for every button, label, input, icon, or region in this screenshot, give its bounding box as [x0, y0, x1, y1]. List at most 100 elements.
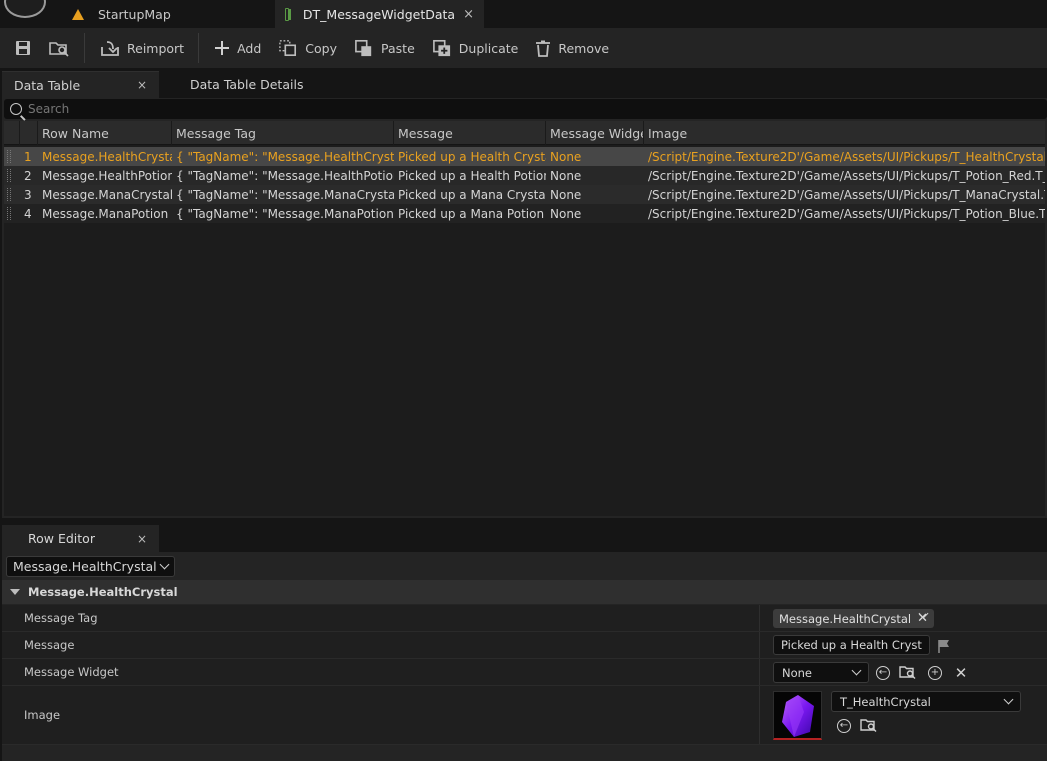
- data-table-grid: Row Name Message Tag Message Message Wid…: [4, 121, 1045, 516]
- row-index: 2: [24, 168, 32, 183]
- close-icon[interactable]: ×: [137, 532, 147, 546]
- browse-folder-icon: [49, 42, 69, 57]
- widget-class-dropdown[interactable]: None: [773, 662, 869, 683]
- index-column-header: [20, 121, 38, 145]
- table-row[interactable]: 2 Message.HealthPotion { "TagName": "Mes…: [4, 166, 1045, 185]
- reimport-label: Reimport: [127, 40, 185, 56]
- row-selector-dropdown[interactable]: Message.HealthCrystal: [6, 556, 175, 577]
- paste-row-button[interactable]: Paste: [345, 33, 423, 63]
- message-tag-cell: { "TagName": "Message.HealthCrystal" }: [176, 149, 394, 164]
- arrow-left-circle-icon: ←: [876, 666, 890, 680]
- toolbar: Reimport Add Copy Paste Duplicate Remove: [0, 28, 1047, 68]
- tag-value: Message.HealthCrystal: [779, 611, 912, 626]
- column-divider[interactable]: [759, 686, 760, 744]
- drag-handle-icon[interactable]: [7, 188, 11, 201]
- row-name-cell: Message.HealthPotion: [42, 168, 172, 183]
- chevron-down-icon: [1003, 694, 1014, 705]
- close-icon[interactable]: ×: [463, 7, 474, 22]
- browse-asset-button[interactable]: [899, 663, 917, 681]
- save-icon: [16, 41, 30, 55]
- drag-handle-icon[interactable]: [7, 169, 11, 182]
- property-row-message-tag: Message Tag Message.HealthCrystal ✕: [2, 605, 1047, 632]
- message-widget-cell: None: [550, 168, 582, 183]
- texture-thumbnail[interactable]: [773, 691, 822, 740]
- tab-startup-map[interactable]: StartupMap: [62, 0, 272, 28]
- drag-handle-icon[interactable]: [7, 150, 11, 163]
- column-divider[interactable]: [759, 659, 760, 685]
- reimport-icon: [101, 41, 119, 56]
- drag-handle-icon[interactable]: [7, 207, 11, 220]
- browse-asset-button[interactable]: [860, 716, 878, 734]
- column-divider[interactable]: [759, 605, 760, 631]
- message-tag-cell: { "TagName": "Message.ManaCrystal" }: [176, 187, 394, 202]
- expand-arrow-icon: [10, 589, 20, 595]
- property-label: Image: [24, 708, 61, 722]
- search-input[interactable]: [28, 102, 928, 116]
- table-row[interactable]: 4 Message.ManaPotion { "TagName": "Messa…: [4, 204, 1045, 223]
- copy-row-button[interactable]: Copy: [269, 33, 345, 63]
- tab-data-table-asset[interactable]: DT_MessageWidgetData ×: [275, 0, 484, 28]
- search-icon: [10, 103, 22, 115]
- plus-icon: [215, 41, 230, 55]
- trash-icon: [536, 40, 551, 57]
- message-text-field[interactable]: [773, 635, 930, 655]
- message-cell: Picked up a Health Crystal: [398, 149, 546, 164]
- column-divider[interactable]: [759, 632, 760, 658]
- row-index: 1: [24, 149, 32, 164]
- tab-label: Data Table Details: [190, 77, 304, 92]
- browse-button[interactable]: [40, 33, 78, 63]
- map-icon: [72, 8, 84, 20]
- message-widget-cell: None: [550, 187, 582, 202]
- search-bar[interactable]: [4, 99, 1047, 119]
- use-selected-button[interactable]: ←: [874, 664, 892, 682]
- tab-data-table[interactable]: Data Table ×: [2, 71, 159, 98]
- table-header: Row Name Message Tag Message Message Wid…: [4, 121, 1045, 145]
- row-category-header[interactable]: Message.HealthCrystal: [2, 580, 1047, 604]
- texture-asset-dropdown[interactable]: T_HealthCrystal: [831, 691, 1021, 712]
- drag-column-header: [4, 121, 20, 145]
- create-new-button[interactable]: +: [926, 664, 944, 682]
- paste-label: Paste: [381, 40, 415, 56]
- row-editor-tabs: Row Editor ×: [0, 524, 1047, 552]
- column-header-message-tag[interactable]: Message Tag: [172, 121, 394, 145]
- add-label: Add: [237, 40, 262, 56]
- duplicate-row-button[interactable]: Duplicate: [423, 33, 527, 63]
- column-header-image[interactable]: Image: [644, 121, 1045, 145]
- toolbar-divider: [84, 33, 85, 63]
- column-header-row-name[interactable]: Row Name: [38, 121, 172, 145]
- column-header-message[interactable]: Message: [394, 121, 546, 145]
- category-title: Message.HealthCrystal: [28, 585, 178, 599]
- clear-x-icon: ✕: [954, 664, 968, 682]
- column-header-message-widget[interactable]: Message Widget: [546, 121, 644, 145]
- tab-row-editor[interactable]: Row Editor ×: [2, 525, 159, 552]
- close-icon[interactable]: ×: [137, 78, 147, 92]
- localization-flag-icon[interactable]: [936, 638, 952, 654]
- gameplay-tag-chip[interactable]: Message.HealthCrystal ✕: [773, 609, 935, 628]
- message-tag-cell: { "TagName": "Message.HealthPotion" }: [176, 168, 394, 183]
- tab-label: DT_MessageWidgetData: [302, 6, 456, 22]
- add-row-button[interactable]: Add: [205, 33, 269, 63]
- widget-value: None: [782, 665, 813, 680]
- chevron-down-icon: [851, 665, 862, 676]
- remove-label: Remove: [558, 40, 610, 56]
- property-row-image: Image T_HealthCrystal ←: [2, 686, 1047, 745]
- browse-folder-icon: [860, 719, 877, 732]
- row-name-cell: Message.ManaPotion: [42, 206, 169, 221]
- duplicate-icon: [432, 39, 450, 57]
- reimport-button[interactable]: Reimport: [91, 33, 192, 63]
- table-row[interactable]: 1 Message.HealthCrystal { "TagName": "Me…: [4, 147, 1045, 166]
- tab-label: Data Table: [14, 77, 81, 93]
- tag-dropdown-button[interactable]: [918, 608, 929, 619]
- chevron-down-icon: [159, 559, 170, 570]
- property-row-message: Message: [2, 632, 1047, 659]
- unreal-logo-icon[interactable]: [4, 0, 46, 18]
- clear-button[interactable]: ✕: [952, 664, 970, 682]
- save-button[interactable]: [6, 33, 40, 63]
- table-row[interactable]: 3 Message.ManaCrystal { "TagName": "Mess…: [4, 185, 1045, 204]
- row-name-cell: Message.HealthCrystal: [42, 149, 172, 164]
- use-selected-button[interactable]: ←: [835, 717, 853, 735]
- remove-row-button[interactable]: Remove: [526, 33, 617, 63]
- row-name-cell: Message.ManaCrystal: [42, 187, 172, 202]
- message-widget-cell: None: [550, 149, 582, 164]
- tab-data-table-details[interactable]: Data Table Details: [178, 71, 358, 98]
